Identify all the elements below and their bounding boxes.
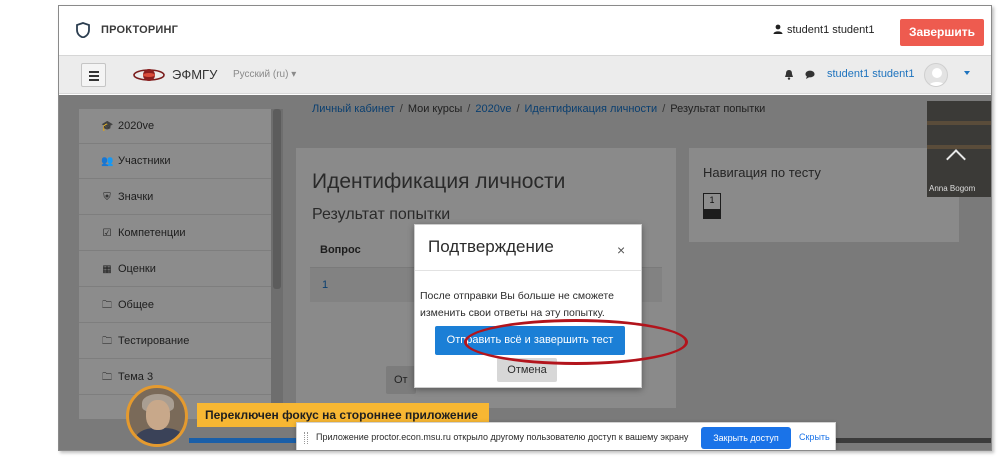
proctor-video-avatar [126,385,188,447]
bell-icon[interactable] [784,69,794,80]
sidebar-scrollbar-thumb[interactable] [273,109,281,289]
breadcrumb-separator: / [516,103,520,115]
screen-share-message: Приложение proctor.econ.msu.ru открыло д… [316,432,689,442]
sidebar-item-label: 2020ve [118,120,155,132]
dialog-divider [415,270,641,271]
language-selector[interactable]: Русский (ru) ▾ [233,69,296,80]
sidebar-item-label: Общее [118,299,155,311]
sidebar-item-label: Значки [118,191,154,203]
return-button[interactable]: От [386,366,416,394]
dialog-title: Подтверждение [428,237,554,256]
users-icon: 👥 [101,156,114,167]
sidebar-item-label: Компетенции [118,227,186,239]
hamburger-icon-line [89,79,99,81]
folder-icon: 🗀 [102,372,112,383]
sidebar-item-grades[interactable]: ▦ Оценки [79,252,271,287]
user-menu-caret-icon[interactable] [964,71,970,75]
close-icon[interactable]: × [617,243,625,257]
sidebar-item-topic-3[interactable]: 🗀 Тема 3 [79,360,271,395]
sidebar-item-label: Участники [118,155,171,167]
breadcrumb-dashboard-link[interactable]: Личный кабинет [312,103,395,115]
sidebar-item-badges[interactable]: ⛨ Значки [79,180,271,215]
breadcrumb: Личный кабинет / Мои курсы / 2020ve / Идентифи… [312,103,765,115]
course-sidebar: 🎓 2020ve 👥 Участники ⛨ Значки ☑ Компетенции … [79,109,271,419]
hamburger-icon-line [89,75,99,77]
avatar-placeholder-icon [928,68,946,86]
browser-viewport: ПРОКТОРИНГ student1 student1 Завершить Э… [58,5,992,451]
bookshelf-graphic [927,121,991,125]
quiz-navigation-title: Навигация по тесту [703,165,821,180]
site-logo-icon[interactable] [133,66,165,84]
table-icon: ▦ [102,264,112,275]
page-title: Идентификация личности [312,170,566,193]
proctoring-brand: ПРОКТОРИНГ [101,24,179,36]
proctoring-bar: ПРОКТОРИНГ student1 student1 Завершить [59,6,991,56]
question-nav-button[interactable]: 1 [703,193,721,219]
screen-share-banner: Приложение proctor.econ.msu.ru открыло д… [296,422,836,450]
highlight-ellipse-annotation [464,319,688,365]
site-name-link[interactable]: ЭФМГУ [172,67,217,82]
finish-button[interactable]: Завершить [900,19,984,46]
bookshelf-graphic [927,145,991,149]
navbar-user-name[interactable]: student1 student1 [827,68,914,80]
proctoring-user: student1 student1 [773,24,874,36]
hamburger-icon-line [89,71,99,73]
graduation-cap-icon: 🎓 [101,121,114,132]
shield-icon: ⛨ [103,192,111,203]
chevron-up-icon[interactable] [946,149,966,169]
sidebar-item-course[interactable]: 🎓 2020ve [79,109,271,144]
stop-sharing-button[interactable]: Закрыть доступ [701,427,791,449]
folder-icon: 🗀 [102,300,112,311]
sidebar-item-label: Тема 3 [118,371,154,383]
breadcrumb-separator: / [467,103,471,115]
footer-strip [189,438,296,443]
person-face-graphic [146,400,170,430]
quiz-navigation-block: Навигация по тесту 1 [688,147,960,243]
dialog-message: После отправки Вы больше не сможете изме… [420,290,614,319]
folder-icon: 🗀 [102,336,112,347]
drag-handle-icon[interactable] [304,432,308,444]
menu-toggle-button[interactable] [81,63,106,87]
webcam-preview[interactable]: Anna Bogom [927,101,991,197]
shield-logo-icon [76,22,90,38]
proctoring-user-name: student1 student1 [787,24,875,36]
sidebar-item-participants[interactable]: 👥 Участники [79,144,271,179]
breadcrumb-current: Результат попытки [670,103,766,115]
breadcrumb-quiz-link[interactable]: Идентификация личности [525,103,658,115]
sidebar-item-label: Оценки [118,263,156,275]
user-avatar[interactable] [924,63,948,87]
question-nav-number: 1 [709,195,715,205]
breadcrumb-my-courses[interactable]: Мои курсы [408,103,462,115]
sidebar-item-general[interactable]: 🗀 Общее [79,288,271,323]
user-icon [773,24,783,34]
breadcrumb-separator: / [399,103,403,115]
moodle-navbar: ЭФМГУ Русский (ru) ▾ student1 student1 [59,56,991,94]
message-icon[interactable] [805,70,815,79]
question-answered-indicator [704,209,720,218]
breadcrumb-separator: / [662,103,666,115]
sidebar-item-competencies[interactable]: ☑ Компетенции [79,216,271,251]
sidebar-item-label: Тестирование [118,335,190,347]
checkbox-icon: ☑ [102,228,112,239]
hide-banner-link[interactable]: Скрыть [799,432,830,442]
page-subtitle: Результат попытки [312,206,451,223]
breadcrumb-course-link[interactable]: 2020ve [475,103,511,115]
footer-strip [836,438,991,443]
sidebar-item-testing[interactable]: 🗀 Тестирование [79,324,271,359]
question-number-link[interactable]: 1 [322,279,328,291]
webcam-participant-name: Anna Bogom [929,184,976,193]
